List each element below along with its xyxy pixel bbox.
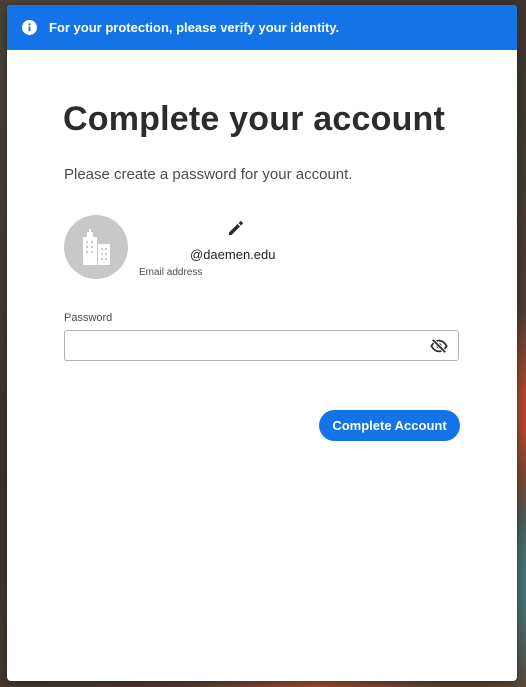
email-value: @daemen.edu (190, 247, 276, 262)
account-card: For your protection, please verify your … (7, 5, 517, 681)
email-label: Email address (139, 267, 203, 278)
verification-banner: For your protection, please verify your … (7, 5, 517, 50)
eye-slash-icon[interactable] (430, 337, 448, 355)
page-title: Complete your account (63, 100, 446, 138)
info-icon (22, 20, 37, 35)
password-label: Password (64, 312, 113, 324)
complete-account-button[interactable]: Complete Account (319, 410, 460, 441)
password-input[interactable] (65, 331, 440, 360)
avatar (64, 215, 128, 279)
password-field-wrapper (64, 330, 459, 361)
banner-text: For your protection, please verify your … (49, 20, 340, 35)
pencil-icon[interactable] (227, 219, 245, 237)
building-icon (83, 229, 110, 265)
page-subtitle: Please create a password for your accoun… (64, 166, 353, 183)
